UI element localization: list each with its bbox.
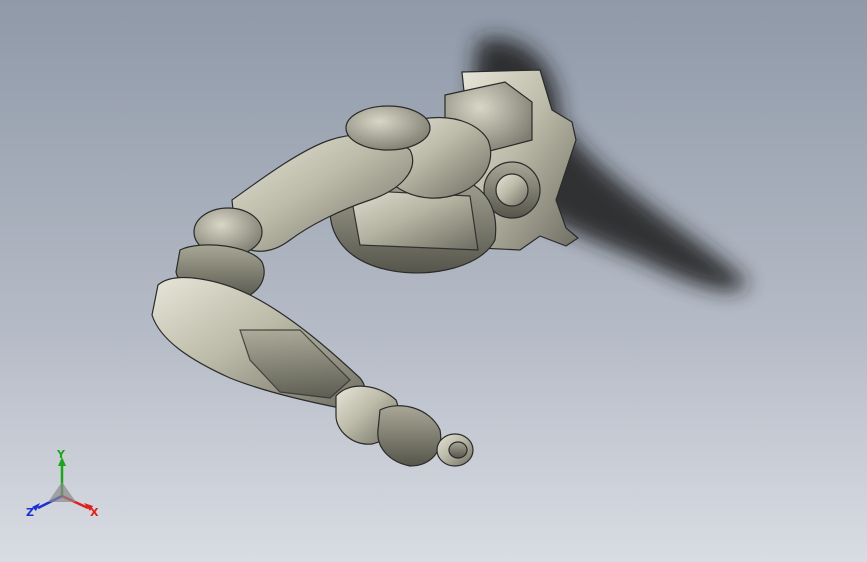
graphics-viewport[interactable]: Y X Z xyxy=(0,0,867,562)
triad-z-label: Z xyxy=(26,506,34,519)
triad-x-label: X xyxy=(90,506,99,519)
end-flange xyxy=(436,433,474,467)
robot-arm-model[interactable] xyxy=(0,0,867,562)
forearm xyxy=(151,276,366,409)
axis-triad: Y X Z xyxy=(26,448,99,519)
triad-base-icon xyxy=(48,482,76,502)
triad-y-label: Y xyxy=(56,448,66,461)
wrist xyxy=(335,385,442,467)
